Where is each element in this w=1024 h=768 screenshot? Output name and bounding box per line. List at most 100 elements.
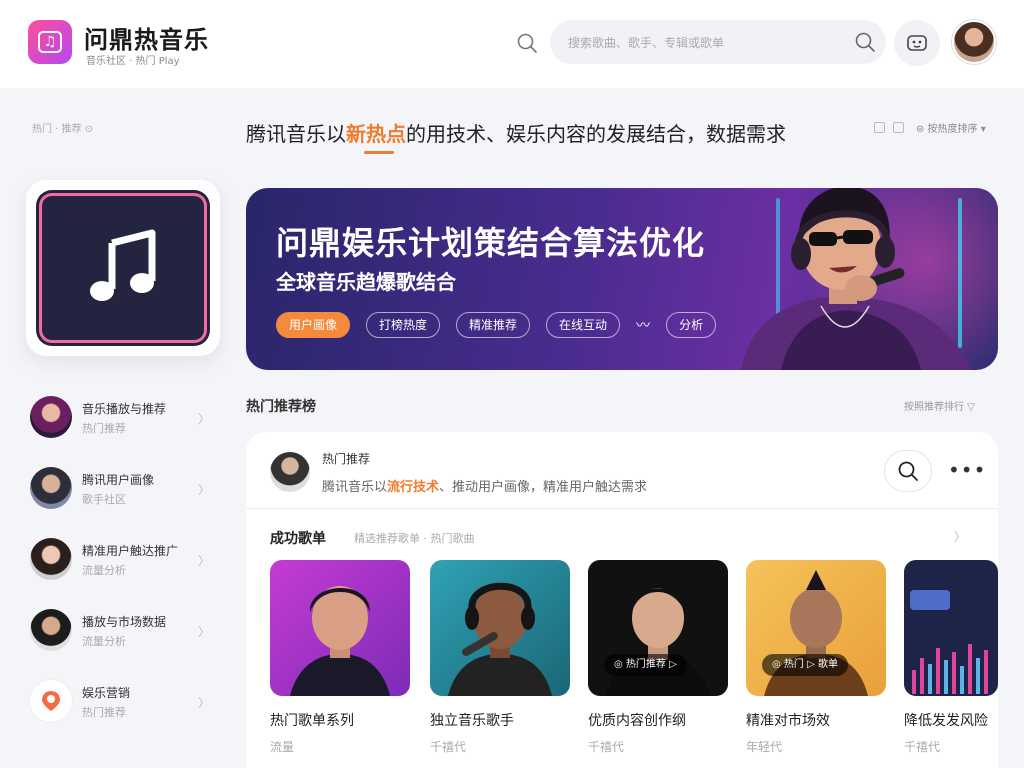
app-subtitle: 音乐社区 · 热门 Play (86, 56, 180, 67)
sidebar-item-title: 音乐播放与推荐 (82, 402, 167, 416)
card-subtitle: 千禧代 (430, 740, 467, 754)
playlist-cover (904, 560, 998, 696)
avatar (30, 467, 72, 509)
headline-highlight: 新热点 (346, 122, 406, 146)
search-icon (898, 461, 918, 481)
sidebar-item[interactable]: 娱乐营销 热门推荐 〉 (28, 676, 218, 747)
avatar (30, 396, 72, 438)
section-title: 热门推荐榜 (246, 399, 316, 415)
album-card[interactable] (26, 180, 220, 356)
sidebar-item-title: 播放与市场数据 (82, 615, 167, 629)
filter-label[interactable]: 热门 · 推荐 ⊙ (32, 120, 93, 135)
sidebar-item-subtitle: 歌手社区 (82, 493, 126, 506)
playlist-card[interactable]: ◎ 热门 ▷ 歌单 精准对市场效 年轻代 (746, 560, 886, 755)
content-panel: 热门推荐 腾讯音乐以流行技术、推动用户画像，精准用户触达需求 ••• 成功歌单 … (246, 432, 998, 768)
songlist-subtitle: 精选推荐歌单 · 热门歌曲 (354, 532, 475, 545)
chevron-right-icon: 〉 (198, 696, 211, 710)
sort-dropdown[interactable]: ⊜ 按热度排序 ▾ (916, 120, 986, 135)
songlist-title: 成功歌单 (270, 531, 326, 547)
tag-button[interactable]: 精准推荐 (456, 312, 531, 338)
post-text-highlight: 流行技术 (387, 480, 440, 495)
card-title: 精准对市场效 (746, 713, 830, 729)
user-avatar[interactable] (952, 20, 996, 64)
headline: 腾讯音乐以新热点的用技术、娱乐内容的发展结合，数据需求 (246, 118, 786, 147)
chevron-right-icon: 〉 (198, 625, 211, 639)
card-title: 热门歌单系列 (270, 713, 354, 729)
banner-subtitle: 全球音乐趋爆歌结合 (276, 270, 456, 294)
headline-suffix: 的用技术、娱乐内容的发展结合，数据需求 (406, 122, 786, 146)
more-dots-icon[interactable]: ••• (948, 458, 986, 482)
section-sort-link[interactable]: 按照推荐排行 ▽ (904, 398, 975, 413)
sidebar-item-subtitle: 热门推荐 (82, 706, 126, 719)
card-subtitle: 千禧代 (904, 740, 941, 754)
sidebar-item-subtitle: 流量分析 (82, 564, 126, 577)
playlist-cover: ◎ 热门推荐 ▷ (588, 560, 728, 696)
wave-icon: 〰 (636, 318, 651, 334)
tag-button[interactable]: 用户画像 (276, 312, 351, 338)
playlist-cover (270, 560, 410, 696)
playlist-cover (430, 560, 570, 696)
headline-prefix: 腾讯音乐以 (246, 122, 346, 146)
active-tab-indicator (364, 151, 394, 154)
card-subtitle: 年轻代 (746, 740, 783, 754)
search-icon[interactable] (516, 32, 538, 54)
sidebar-item[interactable]: 播放与市场数据 流量分析 〉 (28, 605, 218, 676)
view-toggle[interactable] (874, 122, 904, 133)
location-pin-icon (30, 680, 72, 722)
post-text-suffix: 、推动用户画像，精准用户触达需求 (439, 480, 648, 495)
music-note-icon (90, 229, 156, 301)
card-subtitle: 千禧代 (588, 740, 625, 754)
card-subtitle: 流量 (270, 740, 295, 754)
tag-button[interactable]: 在线互动 (546, 312, 621, 338)
post-text-prefix: 腾讯音乐以 (322, 480, 388, 495)
sidebar-item-subtitle: 流量分析 (82, 635, 126, 648)
sidebar-item-subtitle: 热门推荐 (82, 422, 126, 435)
card-title: 独立音乐歌手 (430, 713, 514, 729)
sidebar-item-title: 娱乐营销 (82, 686, 131, 700)
music-note-icon: ♫ (38, 31, 62, 53)
sidebar-item-title: 精准用户触达推广 (82, 544, 179, 558)
search-placeholder: 搜索歌曲、歌手、专辑或歌单 (568, 36, 725, 50)
grid-view-icon[interactable] (874, 122, 885, 133)
assistant-button[interactable] (894, 20, 940, 66)
card-title: 降低发发风险 (904, 713, 988, 729)
avatar (30, 538, 72, 580)
avatar[interactable] (270, 452, 310, 492)
search-icon[interactable] (854, 31, 876, 53)
card-badge: ◎ 热门 ▷ 歌单 (762, 654, 848, 676)
sidebar-item[interactable]: 精准用户触达推广 流量分析 〉 (28, 534, 218, 605)
top-bar: ♫ 问鼎热音乐 音乐社区 · 热门 Play 搜索歌曲、歌手、专辑或歌单 (0, 0, 1024, 88)
divider (246, 508, 998, 509)
tag-button[interactable]: 分析 (666, 312, 717, 338)
playlist-card[interactable]: 独立音乐歌手 千禧代 (430, 560, 570, 755)
tag-button[interactable]: 打榜热度 (366, 312, 441, 338)
playlist-card[interactable]: 热门歌单系列 流量 (270, 560, 410, 755)
sidebar-list: 音乐播放与推荐 热门推荐 〉 腾讯用户画像 歌手社区 〉 精准用户触达推广 流量… (28, 392, 218, 747)
post-text: 腾讯音乐以流行技术、推动用户画像，精准用户触达需求 (322, 476, 647, 495)
promo-banner[interactable]: 问鼎娱乐计划策结合算法优化 全球音乐趋爆歌结合 用户画像 打榜热度 精准推荐 在… (246, 188, 998, 370)
sidebar-item-title: 腾讯用户画像 (82, 473, 155, 487)
card-title: 优质内容创作纲 (588, 713, 686, 729)
chevron-right-icon[interactable]: 〉 (954, 528, 966, 545)
chevron-right-icon: 〉 (198, 483, 211, 497)
list-view-icon[interactable] (893, 122, 904, 133)
playlist-cover: ◎ 热门 ▷ 歌单 (746, 560, 886, 696)
banner-title: 问鼎娱乐计划策结合算法优化 (276, 224, 706, 262)
chevron-right-icon: 〉 (198, 412, 211, 426)
sidebar-item[interactable]: 音乐播放与推荐 热门推荐 〉 (28, 392, 218, 463)
playlist-card[interactable]: 降低发发风险 千禧代 (904, 560, 998, 755)
app-logo[interactable]: ♫ (28, 20, 72, 64)
card-badge: ◎ 热门推荐 ▷ (604, 654, 687, 676)
sidebar-item[interactable]: 腾讯用户画像 歌手社区 〉 (28, 463, 218, 534)
app-title: 问鼎热音乐 (84, 26, 209, 54)
playlist-card[interactable]: ◎ 热门推荐 ▷ 优质内容创作纲 千禧代 (588, 560, 728, 755)
banner-tags: 用户画像 打榜热度 精准推荐 在线互动 〰 分析 (276, 312, 717, 338)
singer-image (741, 188, 971, 370)
search-button[interactable] (884, 450, 932, 492)
robot-icon (907, 35, 927, 51)
avatar (30, 609, 72, 651)
album-art (36, 190, 210, 346)
search-input[interactable]: 搜索歌曲、歌手、专辑或歌单 (550, 20, 886, 64)
post-author: 热门推荐 (322, 452, 371, 466)
chevron-right-icon: 〉 (198, 554, 211, 568)
